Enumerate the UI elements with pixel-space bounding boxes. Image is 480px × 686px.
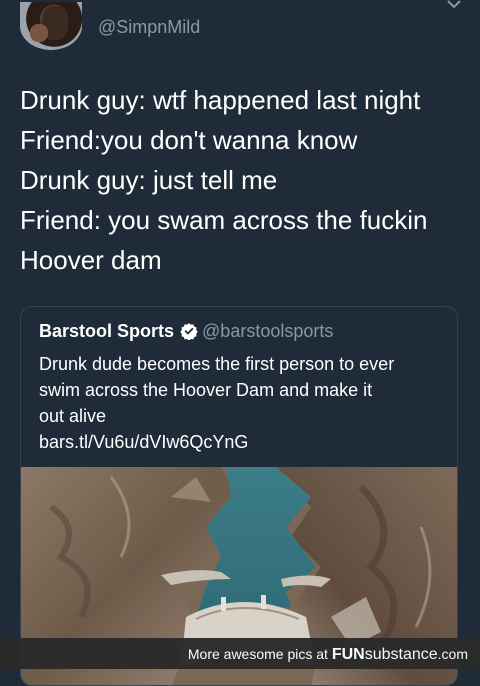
quoted-line: swim across the Hoover Dam and make it [39, 380, 373, 400]
tweet-author-handle[interactable]: @SimpnMild [98, 17, 200, 38]
watermark-text: More awesome pics at FUNsubstance.com [188, 646, 468, 664]
tweet-line: Drunk guy: wtf happened last night [20, 85, 421, 115]
quoted-line: out alive [39, 406, 107, 426]
watermark-bar: More awesome pics at FUNsubstance.com [0, 638, 480, 669]
watermark-brand-bold: FUN [331, 646, 365, 663]
watermark-suffix: .com [437, 646, 468, 662]
tweet-text: Drunk guy: wtf happened last night Frien… [20, 80, 470, 280]
tweet-line: Friend:you don't wanna know [20, 125, 358, 155]
tweet-line: Friend: you swam across the fuckin [20, 205, 428, 235]
avatar[interactable] [20, 2, 82, 50]
quoted-line: Drunk dude becomes the first person to e… [39, 354, 395, 374]
tweet-line: Hoover dam [20, 245, 162, 275]
watermark-brand-rest: substance [364, 646, 438, 663]
quoted-author-name[interactable]: Barstool Sports [39, 321, 174, 341]
quoted-tweet-text: Drunk dude becomes the first person to e… [39, 351, 449, 455]
quoted-tweet-header: Barstool Sports @barstoolsports [39, 321, 333, 342]
quoted-tweet-card[interactable]: Barstool Sports @barstoolsports Drunk du… [20, 306, 458, 686]
tweet-line: Drunk guy: just tell me [20, 165, 278, 195]
watermark-prefix: More awesome pics at [187, 646, 328, 662]
chevron-down-icon[interactable] [446, 0, 462, 10]
quoted-author-username[interactable]: @barstoolsports [202, 321, 333, 341]
quoted-link[interactable]: bars.tl/Vu6u/dVIw6QcYnG [39, 429, 449, 455]
verified-badge-icon [180, 323, 198, 340]
